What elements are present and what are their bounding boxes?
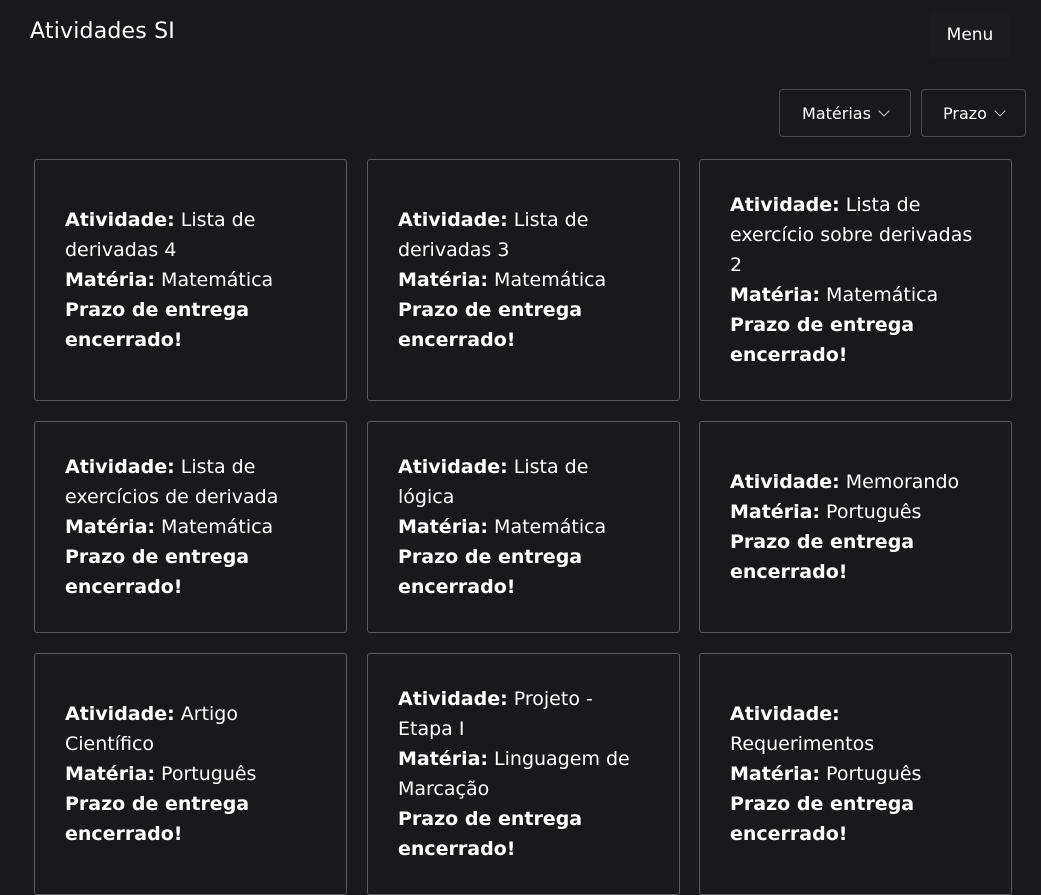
subject-field: Matéria: Matemática xyxy=(65,269,273,291)
activity-label: Atividade: xyxy=(730,471,840,493)
subject-field: Matéria: Português xyxy=(65,763,256,785)
activity-field: Atividade: Projeto - Etapa I xyxy=(398,688,593,740)
activity-label: Atividade: xyxy=(730,194,840,216)
subject-field: Matéria: Matemática xyxy=(398,269,606,291)
subject-name: Matemática xyxy=(161,516,274,538)
chevron-down-icon xyxy=(994,104,1006,117)
activity-field: Atividade: Lista de lógica xyxy=(398,456,588,508)
prazo-filter-label: Prazo xyxy=(943,103,987,123)
materias-filter-dropdown[interactable]: Matérias xyxy=(779,89,911,137)
subject-label: Matéria: xyxy=(65,516,155,538)
deadline-status: Prazo de entrega encerrado! xyxy=(398,546,583,598)
card-content: Atividade: Lista de exercícios de deriva… xyxy=(65,452,316,602)
activity-name: Memorando xyxy=(845,471,960,493)
activity-card[interactable]: Atividade: Lista de lógica Matéria: Mate… xyxy=(367,421,680,633)
activity-field: Atividade: Artigo Científico xyxy=(65,703,238,755)
activity-card[interactable]: Atividade: Lista de exercícios de deriva… xyxy=(34,421,347,633)
activity-card[interactable]: Atividade: Lista de exercício sobre deri… xyxy=(699,159,1012,401)
subject-name: Matemática xyxy=(826,284,939,306)
subject-name: Português xyxy=(826,501,922,523)
app-title[interactable]: Atividades SI xyxy=(30,19,175,44)
subject-label: Matéria: xyxy=(398,516,488,538)
activity-label: Atividade: xyxy=(65,703,175,725)
subject-label: Matéria: xyxy=(65,269,155,291)
subject-name: Português xyxy=(161,763,257,785)
subject-field: Matéria: Matemática xyxy=(398,516,606,538)
subject-name: Matemática xyxy=(494,516,607,538)
card-content: Atividade: Lista de lógica Matéria: Mate… xyxy=(398,452,649,602)
deadline-status: Prazo de entrega encerrado! xyxy=(730,531,915,583)
activity-field: Atividade: Requerimentos xyxy=(730,703,874,755)
card-content: Atividade: Memorando Matéria: Português … xyxy=(730,467,981,587)
card-content: Atividade: Lista de derivadas 3 Matéria:… xyxy=(398,205,649,355)
deadline-status: Prazo de entrega encerrado! xyxy=(65,299,250,351)
subject-field: Matéria: Matemática xyxy=(730,284,938,306)
deadline-status: Prazo de entrega encerrado! xyxy=(730,793,915,845)
prazo-filter-dropdown[interactable]: Prazo xyxy=(921,89,1026,137)
materias-filter-label: Matérias xyxy=(802,103,871,123)
subject-label: Matéria: xyxy=(730,763,820,785)
deadline-status: Prazo de entrega encerrado! xyxy=(398,808,583,860)
subject-name: Matemática xyxy=(161,269,274,291)
activity-label: Atividade: xyxy=(730,703,840,725)
activity-card[interactable]: Atividade: Lista de derivadas 3 Matéria:… xyxy=(367,159,680,401)
top-navbar: Atividades SI Menu xyxy=(0,0,1041,70)
activity-field: Atividade: Lista de exercícios de deriva… xyxy=(65,456,278,508)
card-content: Atividade: Artigo Científico Matéria: Po… xyxy=(65,699,316,849)
menu-button[interactable]: Menu xyxy=(929,12,1011,58)
subject-label: Matéria: xyxy=(65,763,155,785)
chevron-down-icon xyxy=(878,104,890,117)
activity-field: Atividade: Lista de derivadas 3 xyxy=(398,209,588,261)
card-content: Atividade: Projeto - Etapa I Matéria: Li… xyxy=(398,684,649,864)
subject-field: Matéria: Português xyxy=(730,763,921,785)
card-content: Atividade: Lista de exercício sobre deri… xyxy=(730,190,981,370)
deadline-status: Prazo de entrega encerrado! xyxy=(65,546,250,598)
activity-card[interactable]: Atividade: Artigo Científico Matéria: Po… xyxy=(34,653,347,895)
subject-label: Matéria: xyxy=(730,284,820,306)
activity-field: Atividade: Lista de exercício sobre deri… xyxy=(730,194,972,276)
activity-label: Atividade: xyxy=(398,456,508,478)
activity-field: Atividade: Lista de derivadas 4 xyxy=(65,209,255,261)
subject-field: Matéria: Matemática xyxy=(65,516,273,538)
activity-name: Requerimentos xyxy=(730,733,875,755)
activity-card[interactable]: Atividade: Lista de derivadas 4 Matéria:… xyxy=(34,159,347,401)
subject-name: Português xyxy=(826,763,922,785)
card-content: Atividade: Lista de derivadas 4 Matéria:… xyxy=(65,205,316,355)
card-content: Atividade: Requerimentos Matéria: Portug… xyxy=(730,699,981,849)
activity-label: Atividade: xyxy=(65,456,175,478)
deadline-status: Prazo de entrega encerrado! xyxy=(398,299,583,351)
subject-label: Matéria: xyxy=(398,748,488,770)
deadline-status: Prazo de entrega encerrado! xyxy=(730,314,915,366)
deadline-status: Prazo de entrega encerrado! xyxy=(65,793,250,845)
activity-card[interactable]: Atividade: Memorando Matéria: Português … xyxy=(699,421,1012,633)
subject-name: Matemática xyxy=(494,269,607,291)
subject-label: Matéria: xyxy=(398,269,488,291)
subject-label: Matéria: xyxy=(730,501,820,523)
activity-label: Atividade: xyxy=(398,688,508,710)
activity-card[interactable]: Atividade: Requerimentos Matéria: Portug… xyxy=(699,653,1012,895)
activity-card[interactable]: Atividade: Projeto - Etapa I Matéria: Li… xyxy=(367,653,680,895)
activity-field: Atividade: Memorando xyxy=(730,471,959,493)
activity-label: Atividade: xyxy=(398,209,508,231)
activity-label: Atividade: xyxy=(65,209,175,231)
subject-field: Matéria: Português xyxy=(730,501,921,523)
subject-field: Matéria: Linguagem de Marcação xyxy=(398,748,630,800)
